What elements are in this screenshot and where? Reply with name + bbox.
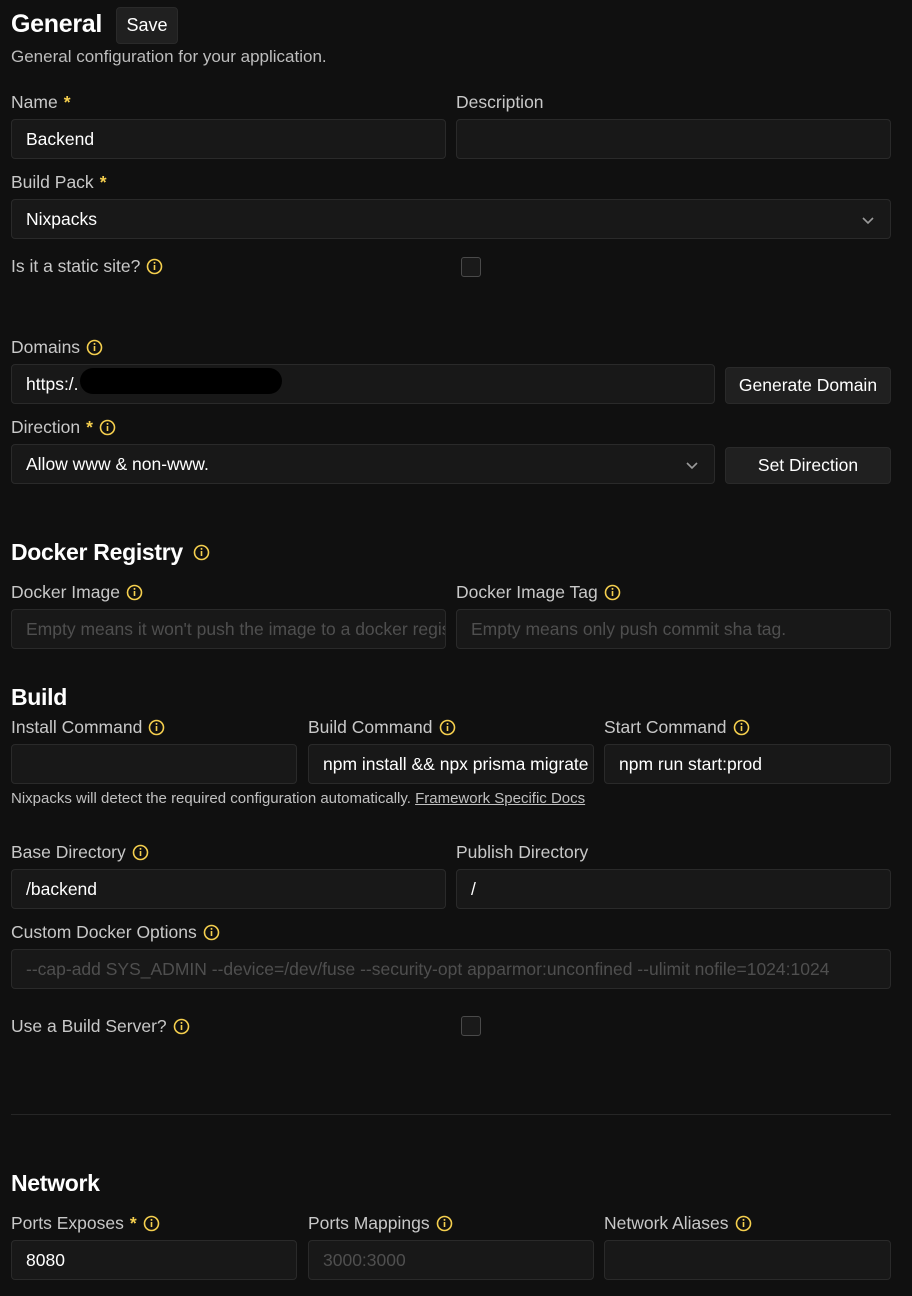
docker-image-tag-input[interactable]: Empty means only push commit sha tag. (456, 609, 891, 649)
build-command-input[interactable]: npm install && npx prisma migrate (308, 744, 594, 784)
info-icon[interactable] (436, 1215, 453, 1232)
docker-image-input[interactable]: Empty means it won't push the image to a… (11, 609, 446, 649)
static-site-label-text: Is it a static site? (11, 256, 141, 276)
build-command-label: Build Command (308, 717, 456, 738)
build-pack-value: Nixpacks (26, 208, 97, 229)
docker-image-tag-label: Docker Image Tag (456, 582, 621, 603)
docker-registry-heading: Docker Registry (11, 539, 210, 566)
description-label: Description (456, 92, 544, 113)
required-marker: * (129, 1213, 137, 1233)
base-directory-input[interactable]: /backend (11, 869, 446, 909)
build-pack-select[interactable]: Nixpacks (11, 199, 891, 239)
name-input[interactable]: Backend (11, 119, 446, 159)
info-icon[interactable] (148, 719, 165, 736)
info-icon[interactable] (173, 1018, 190, 1035)
required-marker: * (86, 417, 93, 437)
page-title: General (11, 10, 103, 38)
domains-label: Domains (11, 337, 103, 358)
base-directory-label-text: Base Directory (11, 842, 126, 862)
install-command-input[interactable] (11, 744, 297, 784)
info-icon[interactable] (132, 844, 149, 861)
custom-docker-options-label-text: Custom Docker Options (11, 922, 197, 942)
set-direction-button[interactable]: Set Direction (725, 447, 891, 484)
page-subtitle: General configuration for your applicati… (11, 47, 327, 66)
start-command-label: Start Command (604, 717, 750, 738)
build-command-label-text: Build Command (308, 717, 433, 737)
start-command-label-text: Start Command (604, 717, 727, 737)
chevron-down-icon (862, 217, 874, 225)
save-button[interactable]: Save (116, 7, 178, 44)
info-icon[interactable] (146, 258, 163, 275)
framework-docs-link[interactable]: Framework Specific Docs (415, 790, 585, 807)
start-command-input[interactable]: npm run start:prod (604, 744, 891, 784)
info-icon[interactable] (99, 419, 116, 436)
ports-exposes-label: Ports Exposes * (11, 1213, 160, 1234)
chevron-down-icon (686, 462, 698, 470)
info-icon[interactable] (126, 584, 143, 601)
docker-image-tag-label-text: Docker Image Tag (456, 582, 598, 602)
ports-mappings-label-text: Ports Mappings (308, 1213, 430, 1233)
direction-value: Allow www & non-www. (26, 453, 209, 474)
info-icon[interactable] (604, 584, 621, 601)
build-server-label-text: Use a Build Server? (11, 1016, 167, 1036)
description-input[interactable] (456, 119, 891, 159)
ports-exposes-input[interactable]: 8080 (11, 1240, 297, 1280)
domains-label-text: Domains (11, 337, 81, 357)
publish-directory-label: Publish Directory (456, 842, 588, 863)
description-label-text: Description (456, 92, 544, 112)
ports-mappings-label: Ports Mappings (308, 1213, 453, 1234)
generate-domain-button[interactable]: Generate Domain (725, 367, 891, 404)
build-pack-label: Build Pack * (11, 172, 107, 193)
network-aliases-label: Network Aliases (604, 1213, 752, 1234)
build-hint: Nixpacks will detect the required config… (11, 790, 585, 807)
direction-label-text: Direction (11, 417, 81, 437)
info-icon[interactable] (735, 1215, 752, 1232)
info-icon[interactable] (733, 719, 750, 736)
static-site-label: Is it a static site? (11, 256, 163, 277)
name-label: Name * (11, 92, 71, 113)
info-icon[interactable] (439, 719, 456, 736)
docker-image-label-text: Docker Image (11, 582, 120, 602)
redaction-mark (80, 368, 282, 394)
required-marker: * (99, 172, 107, 192)
base-directory-label: Base Directory (11, 842, 149, 863)
info-icon[interactable] (143, 1215, 160, 1232)
install-command-label-text: Install Command (11, 717, 143, 737)
info-icon[interactable] (86, 339, 103, 356)
info-icon[interactable] (193, 544, 210, 561)
docker-image-label: Docker Image (11, 582, 143, 603)
build-server-checkbox[interactable] (461, 1016, 481, 1036)
section-divider (11, 1114, 891, 1115)
publish-directory-input[interactable]: / (456, 869, 891, 909)
static-site-checkbox[interactable] (461, 257, 481, 277)
ports-exposes-label-text: Ports Exposes (11, 1213, 124, 1233)
required-marker: * (63, 92, 71, 112)
build-heading: Build (11, 684, 67, 710)
build-server-label: Use a Build Server? (11, 1016, 190, 1037)
ports-mappings-input[interactable]: 3000:3000 (308, 1240, 594, 1280)
network-aliases-label-text: Network Aliases (604, 1213, 729, 1233)
build-hint-text: Nixpacks will detect the required config… (11, 790, 411, 807)
publish-directory-label-text: Publish Directory (456, 842, 589, 862)
name-label-text: Name (11, 92, 58, 112)
install-command-label: Install Command (11, 717, 165, 738)
direction-select[interactable]: Allow www & non-www. (11, 444, 715, 484)
custom-docker-options-label: Custom Docker Options (11, 922, 220, 943)
build-pack-label-text: Build Pack (11, 172, 94, 192)
network-heading: Network (11, 1170, 100, 1196)
info-icon[interactable] (203, 924, 220, 941)
docker-registry-title: Docker Registry (11, 539, 183, 565)
network-aliases-input[interactable] (604, 1240, 891, 1280)
direction-label: Direction * (11, 417, 116, 438)
custom-docker-options-input[interactable]: --cap-add SYS_ADMIN --device=/dev/fuse -… (11, 949, 891, 989)
